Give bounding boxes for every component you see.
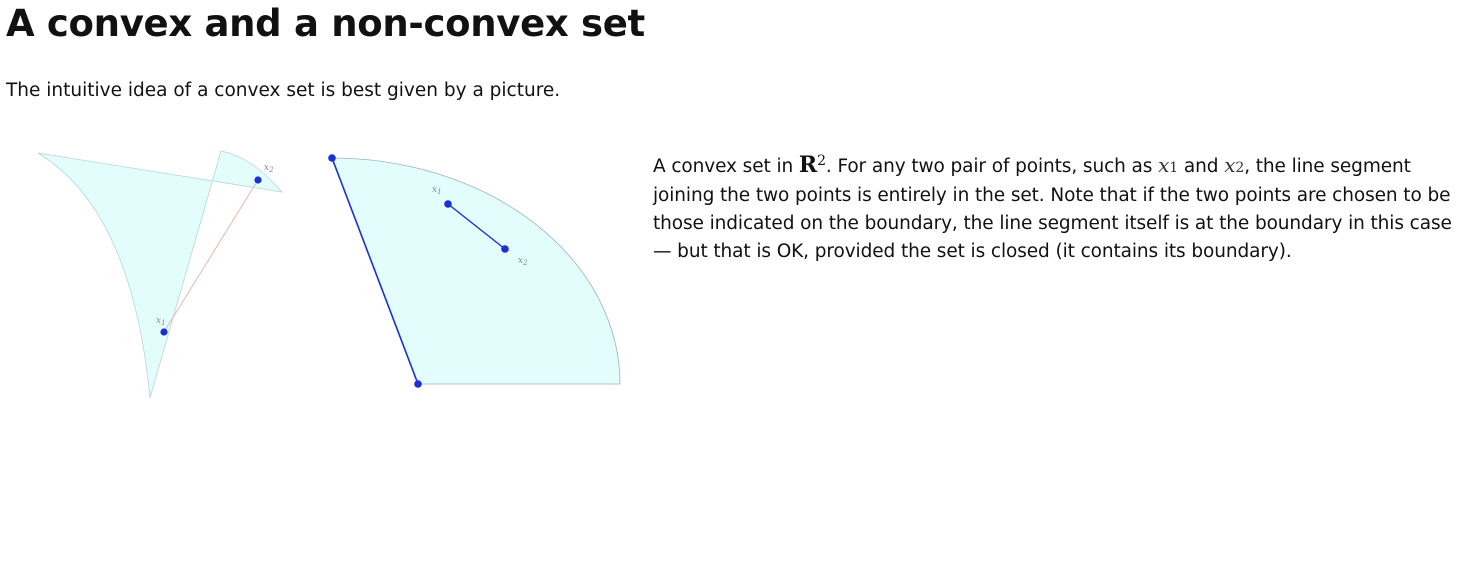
symbol-x2: x: [1224, 153, 1236, 177]
intro-paragraph: The intuitive idea of a convex set is be…: [6, 80, 561, 101]
caption-and: and: [1178, 156, 1225, 177]
symbol-x2-sub: 2: [1235, 160, 1245, 176]
caption-text-2: . For any two pair of points, such as: [825, 156, 1159, 177]
convex-boundary-point-top: [328, 154, 336, 162]
caption-paragraph: A convex set in R2. For any two pair of …: [653, 151, 1475, 266]
symbol-x1: x: [1158, 153, 1170, 177]
convex-point-x1: [444, 200, 452, 208]
convex-point-x2: [501, 245, 509, 253]
nonconvex-set-figure: x1 x2: [37, 150, 284, 399]
symbol-x1-sub: 1: [1169, 160, 1179, 176]
caption-text-1: A convex set in: [653, 156, 799, 177]
page-title: A convex and a non-convex set: [6, 2, 645, 45]
nonconvex-point-x1: [160, 328, 168, 336]
figures: x1 x2 x1 x2: [37, 150, 621, 399]
set-exponent: 2: [817, 152, 826, 169]
set-symbol-R: R: [798, 152, 818, 178]
nonconvex-set-region: [37, 150, 284, 399]
convex-boundary-point-bottom: [414, 380, 422, 388]
nonconvex-label-x2: x2: [264, 163, 274, 174]
convex-set-figure: x1 x2: [328, 154, 621, 388]
nonconvex-point-x2: [254, 176, 262, 184]
